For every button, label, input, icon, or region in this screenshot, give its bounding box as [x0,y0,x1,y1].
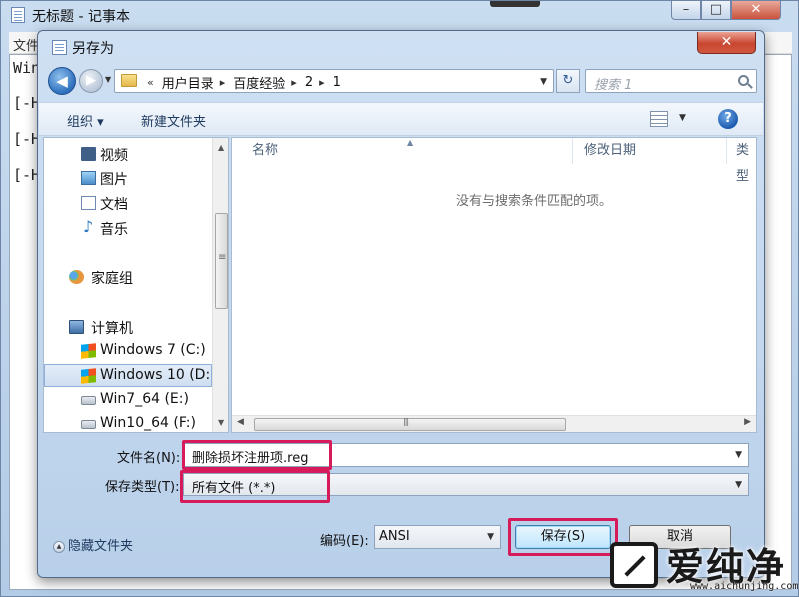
breadcrumb-separator[interactable]: ▸ [319,76,325,89]
computer-icon [69,320,84,334]
column-divider[interactable] [572,138,573,164]
nav-item-label: Windows 7 (C:) [100,342,206,358]
nav-item-label: Windows 10 (D: [100,367,211,383]
windows-drive-icon [81,343,96,359]
watermark-url: www.aichunjing.com [690,581,799,592]
nav-item-label: 图片 [100,172,128,188]
nav-item-drive-e[interactable]: Win7_64 (E:) [44,389,212,412]
nav-scrollbar[interactable]: ▲ ▼ [212,138,228,432]
minimize-button[interactable]: – [671,1,701,20]
music-icon [81,217,96,236]
encoding-select[interactable]: ANSI ▼ [374,525,501,549]
video-icon [81,147,96,161]
address-bar[interactable]: « 用户目录 ▸ 百度经验 ▸ 2 ▸ 1 ▼ [114,69,554,93]
collapse-icon: ▲ [53,540,65,553]
view-dropdown[interactable]: ▼ [679,113,686,123]
windows-drive-icon [81,368,96,384]
navigation-pane: 视频 图片 文档 音乐 家庭组 计算机 Windows 7 (C:) Wind [43,137,229,433]
search-placeholder: 搜索 1 [594,78,633,93]
empty-message: 没有与搜索条件匹配的项。 [455,194,612,209]
filename-dropdown[interactable]: ▼ [735,450,742,460]
menu-file[interactable]: 文件 [13,35,39,54]
nav-item-drive-d[interactable]: Windows 10 (D: [44,364,212,387]
breadcrumb: « 用户目录 ▸ 百度经验 ▸ 2 ▸ 1 [147,73,347,92]
view-options-icon[interactable] [650,111,668,127]
notepad-icon [11,7,25,23]
dialog-title: 另存为 [72,41,114,57]
encoding-dropdown[interactable]: ▼ [487,532,494,542]
nav-item-videos[interactable]: 视频 [44,143,212,166]
save-as-dialog: 另存为 ✕ ◀ ▶ ▼ « 用户目录 ▸ 百度经验 ▸ 2 ▸ 1 ▼ ↻ 搜索… [37,30,765,578]
folder-icon [121,74,137,87]
watermark: 爱纯净 www.aichunjing.com [594,520,799,597]
new-folder-button[interactable]: 新建文件夹 [141,111,206,130]
encoding-label: 编码(E): [320,534,369,549]
filetype-dropdown[interactable]: ▼ [735,480,742,490]
breadcrumb-separator[interactable]: ▸ [220,76,226,89]
nav-item-pictures[interactable]: 图片 [44,167,212,190]
dialog-close-button[interactable]: ✕ [697,32,756,54]
drive-icon [81,420,96,429]
breadcrumb-item[interactable]: 用户目录 [162,73,214,92]
scroll-thumb[interactable] [254,417,566,431]
nav-item-label: 音乐 [100,222,128,238]
nav-item-label: 视频 [100,148,128,164]
encoding-value: ANSI [379,529,410,544]
breadcrumb-item[interactable]: 2 [305,75,313,90]
drive-icon [81,396,96,405]
taskbar-tab [490,1,540,7]
search-input[interactable]: 搜索 1 [585,69,757,93]
nav-item-label: 家庭组 [91,271,133,287]
dialog-icon [52,40,67,55]
homegroup-icon [69,270,84,284]
filename-label: 文件名(N): [117,451,181,466]
notepad-close-button[interactable]: ✕ [731,1,781,20]
hide-folders-toggle[interactable]: ▲ 隐藏文件夹 [53,535,133,554]
hide-folders-label: 隐藏文件夹 [68,539,134,554]
notepad-title: 无标题 - 记事本 [32,9,130,25]
horizontal-scrollbar[interactable]: ◀ ▶ [232,415,756,432]
back-button[interactable]: ◀ [48,67,76,95]
nav-item-label: Win10_64 (F:) [100,415,196,431]
filetype-label: 保存类型(T): [105,480,180,495]
forward-button[interactable]: ▶ [79,69,103,93]
nav-item-drive-f[interactable]: Win10_64 (F:) [44,413,212,432]
file-list[interactable]: ▲ 名称 修改日期 类型 没有与搜索条件匹配的项。 ◀ ▶ [231,137,757,433]
scroll-up-icon[interactable]: ▲ [218,143,224,152]
scroll-left-icon[interactable]: ◀ [237,417,244,427]
address-dropdown[interactable]: ▼ [540,77,547,87]
organize-button[interactable]: 组织 ▾ [67,111,104,130]
filename-highlight [182,440,332,470]
nav-item-homegroup[interactable]: 家庭组 [44,266,212,289]
documents-icon [81,196,96,210]
breadcrumb-overflow[interactable]: « [147,76,154,89]
help-icon[interactable]: ? [718,109,738,129]
scroll-down-icon[interactable]: ▼ [218,418,224,427]
column-header-name[interactable]: 名称 [252,138,278,164]
search-icon[interactable] [738,75,749,86]
column-header-date[interactable]: 修改日期 [584,138,636,164]
breadcrumb-item[interactable]: 百度经验 [233,73,285,92]
sort-caret-icon: ▲ [407,138,414,147]
filetype-highlight [180,470,330,503]
recent-locations-dropdown[interactable]: ▼ [105,75,111,84]
column-header-type[interactable]: 类型 [736,138,756,184]
breadcrumb-separator[interactable]: ▸ [291,76,297,89]
nav-item-label: 文档 [100,197,128,213]
column-divider[interactable] [726,138,727,164]
breadcrumb-item[interactable]: 1 [333,75,341,90]
nav-item-documents[interactable]: 文档 [44,192,212,215]
nav-item-label: Win7_64 (E:) [100,391,189,407]
nav-item-music[interactable]: 音乐 [44,217,212,240]
nav-item-drive-c[interactable]: Windows 7 (C:) [44,340,212,363]
scroll-right-icon[interactable]: ▶ [744,417,751,427]
nav-item-label: 计算机 [91,321,133,337]
maximize-button[interactable]: □ [701,1,731,20]
refresh-button[interactable]: ↻ [556,69,580,93]
nav-item-computer[interactable]: 计算机 [44,316,212,339]
pictures-icon [81,171,96,185]
command-bar: 组织 ▾ 新建文件夹 ▼ ? [39,102,763,136]
scroll-thumb[interactable] [215,213,228,309]
watermark-logo [610,542,658,588]
